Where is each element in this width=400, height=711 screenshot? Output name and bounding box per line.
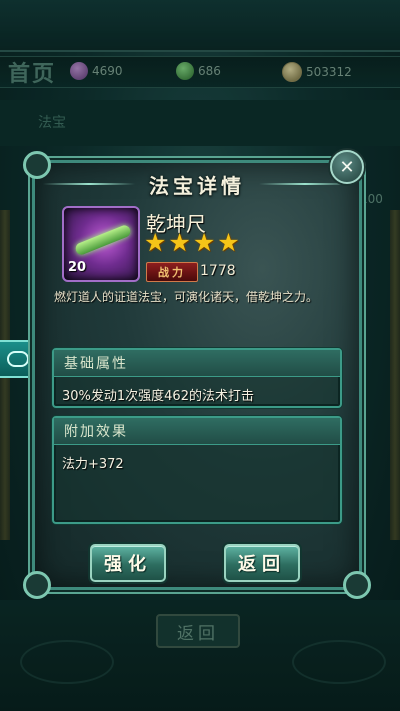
star-rating: ★ ★ ★ ★ <box>144 230 240 256</box>
base-attributes-header: 基础属性 <box>54 350 340 377</box>
title-divider <box>259 183 351 185</box>
dialog-title-bar: 法宝详情 <box>29 159 365 199</box>
chat-bubble-icon <box>7 351 29 367</box>
star-icon: ★ <box>144 228 167 257</box>
back-button[interactable]: 返回 <box>224 544 300 582</box>
extra-effects-panel: 附加效果 法力+372 <box>52 416 342 524</box>
title-divider <box>43 183 135 185</box>
star-icon: ★ <box>217 228 240 257</box>
corner-ornament <box>343 571 371 599</box>
extra-effects-text: 法力+372 <box>62 457 124 472</box>
power-badge: 战力 <box>146 262 198 282</box>
enhance-button[interactable]: 强化 <box>90 544 166 582</box>
star-icon: ★ <box>168 228 191 257</box>
extra-effects-header: 附加效果 <box>54 418 340 445</box>
corner-ornament <box>23 571 51 599</box>
power-value: 1778 <box>200 263 236 279</box>
base-attributes-panel: 基础属性 30%发动1次强度462的法术打击 <box>52 348 342 408</box>
item-description: 燃灯道人的证道法宝，可演化诸天，借乾坤之力。 <box>54 290 319 304</box>
close-icon[interactable]: ✕ <box>330 150 364 184</box>
dialog-title: 法宝详情 <box>149 173 245 198</box>
item-level: 20 <box>68 260 87 275</box>
star-icon: ★ <box>192 228 216 257</box>
base-attributes-text: 30%发动1次强度462的法术打击 <box>62 389 254 404</box>
ruler-artifact-icon <box>73 223 133 257</box>
